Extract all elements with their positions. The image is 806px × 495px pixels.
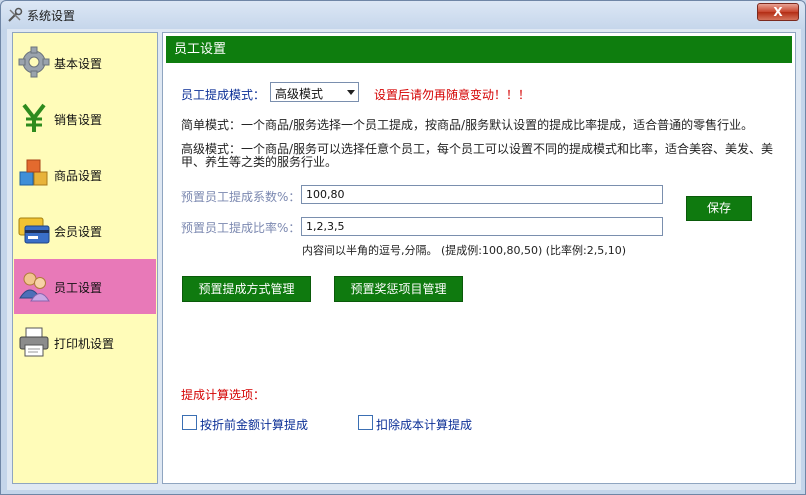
- sidebar-item-label: 打印机设置: [54, 337, 115, 351]
- simple-mode-description: 简单模式：一个商品/服务选择一个员工提成，按商品/服务默认设置的提成比率提成，适…: [181, 118, 754, 132]
- gear-icon: [18, 46, 50, 78]
- sidebar-item-basic[interactable]: 基本设置: [14, 35, 156, 90]
- sidebar-item-printer[interactable]: 打印机设置: [14, 315, 156, 370]
- settings-window: 系统设置 X 基本设置 销售设置 商品设置 会员设置 员工设置 打印机设置 员工…: [0, 0, 806, 495]
- mode-label: 员工提成模式：: [181, 88, 266, 102]
- ratio-value: 1,2,3,5: [306, 220, 345, 233]
- sidebar: 基本设置 销售设置 商品设置 会员设置 员工设置 打印机设置: [12, 32, 158, 484]
- close-button[interactable]: X: [757, 3, 799, 21]
- yen-icon: [22, 103, 46, 132]
- discount-option-label[interactable]: 按折前金额计算提成: [200, 416, 308, 433]
- sidebar-item-products[interactable]: 商品设置: [14, 147, 156, 202]
- advanced-mode-description-cont: 甲、养生等之类的服务行业。: [181, 155, 338, 169]
- cost-checkbox[interactable]: [358, 415, 373, 430]
- sidebar-item-staff[interactable]: 员工设置: [14, 259, 156, 314]
- sidebar-item-label: 员工设置: [54, 281, 103, 295]
- coefficient-input[interactable]: 100,80: [301, 185, 663, 204]
- sidebar-item-label: 商品设置: [54, 169, 103, 183]
- ratio-label: 预置员工提成比率%：: [181, 221, 301, 235]
- sidebar-item-label: 会员设置: [54, 225, 103, 239]
- sidebar-item-label: 销售设置: [54, 113, 103, 127]
- window-title: 系统设置: [27, 9, 76, 23]
- coefficient-label: 预置员工提成系数%：: [181, 190, 301, 204]
- mode-warning: 设置后请勿再随意变动！！！: [374, 88, 531, 102]
- manage-reward-items-button[interactable]: 预置奖惩项目管理: [334, 276, 463, 302]
- card-icon: [18, 217, 50, 244]
- window-client: 基本设置 销售设置 商品设置 会员设置 员工设置 打印机设置 员工设置 员工提成…: [7, 29, 801, 490]
- chevron-down-icon: [347, 90, 355, 95]
- boxes-icon: [19, 159, 48, 186]
- title-bar: 系统设置 X: [1, 1, 805, 29]
- cost-option-label[interactable]: 扣除成本计算提成: [376, 416, 472, 433]
- save-button[interactable]: 保存: [686, 196, 752, 221]
- sidebar-item-sales[interactable]: 销售设置: [14, 91, 156, 146]
- sidebar-item-members[interactable]: 会员设置: [14, 203, 156, 258]
- staff-settings-panel: 员工设置 员工提成模式： 高级模式 设置后请勿再随意变动！！！ 简单模式：一个商…: [162, 32, 796, 484]
- mode-select[interactable]: 高级模式: [270, 82, 359, 102]
- tools-icon: [8, 7, 23, 22]
- printer-icon: [19, 327, 49, 357]
- calc-options-label: 提成计算选项：: [181, 388, 266, 402]
- mode-select-value: 高级模式: [275, 87, 324, 101]
- coefficient-value: 100,80: [306, 188, 345, 201]
- manage-commission-modes-button[interactable]: 预置提成方式管理: [182, 276, 311, 302]
- ratio-input[interactable]: 1,2,3,5: [301, 217, 663, 236]
- discount-checkbox[interactable]: [182, 415, 197, 430]
- sidebar-item-label: 基本设置: [54, 57, 103, 71]
- staff-icon: [19, 272, 50, 302]
- format-hint: 内容间以半角的逗号,分隔。 (提成例:100,80,50) (比率例:2,5,1…: [302, 244, 627, 257]
- panel-title: 员工设置: [166, 36, 792, 63]
